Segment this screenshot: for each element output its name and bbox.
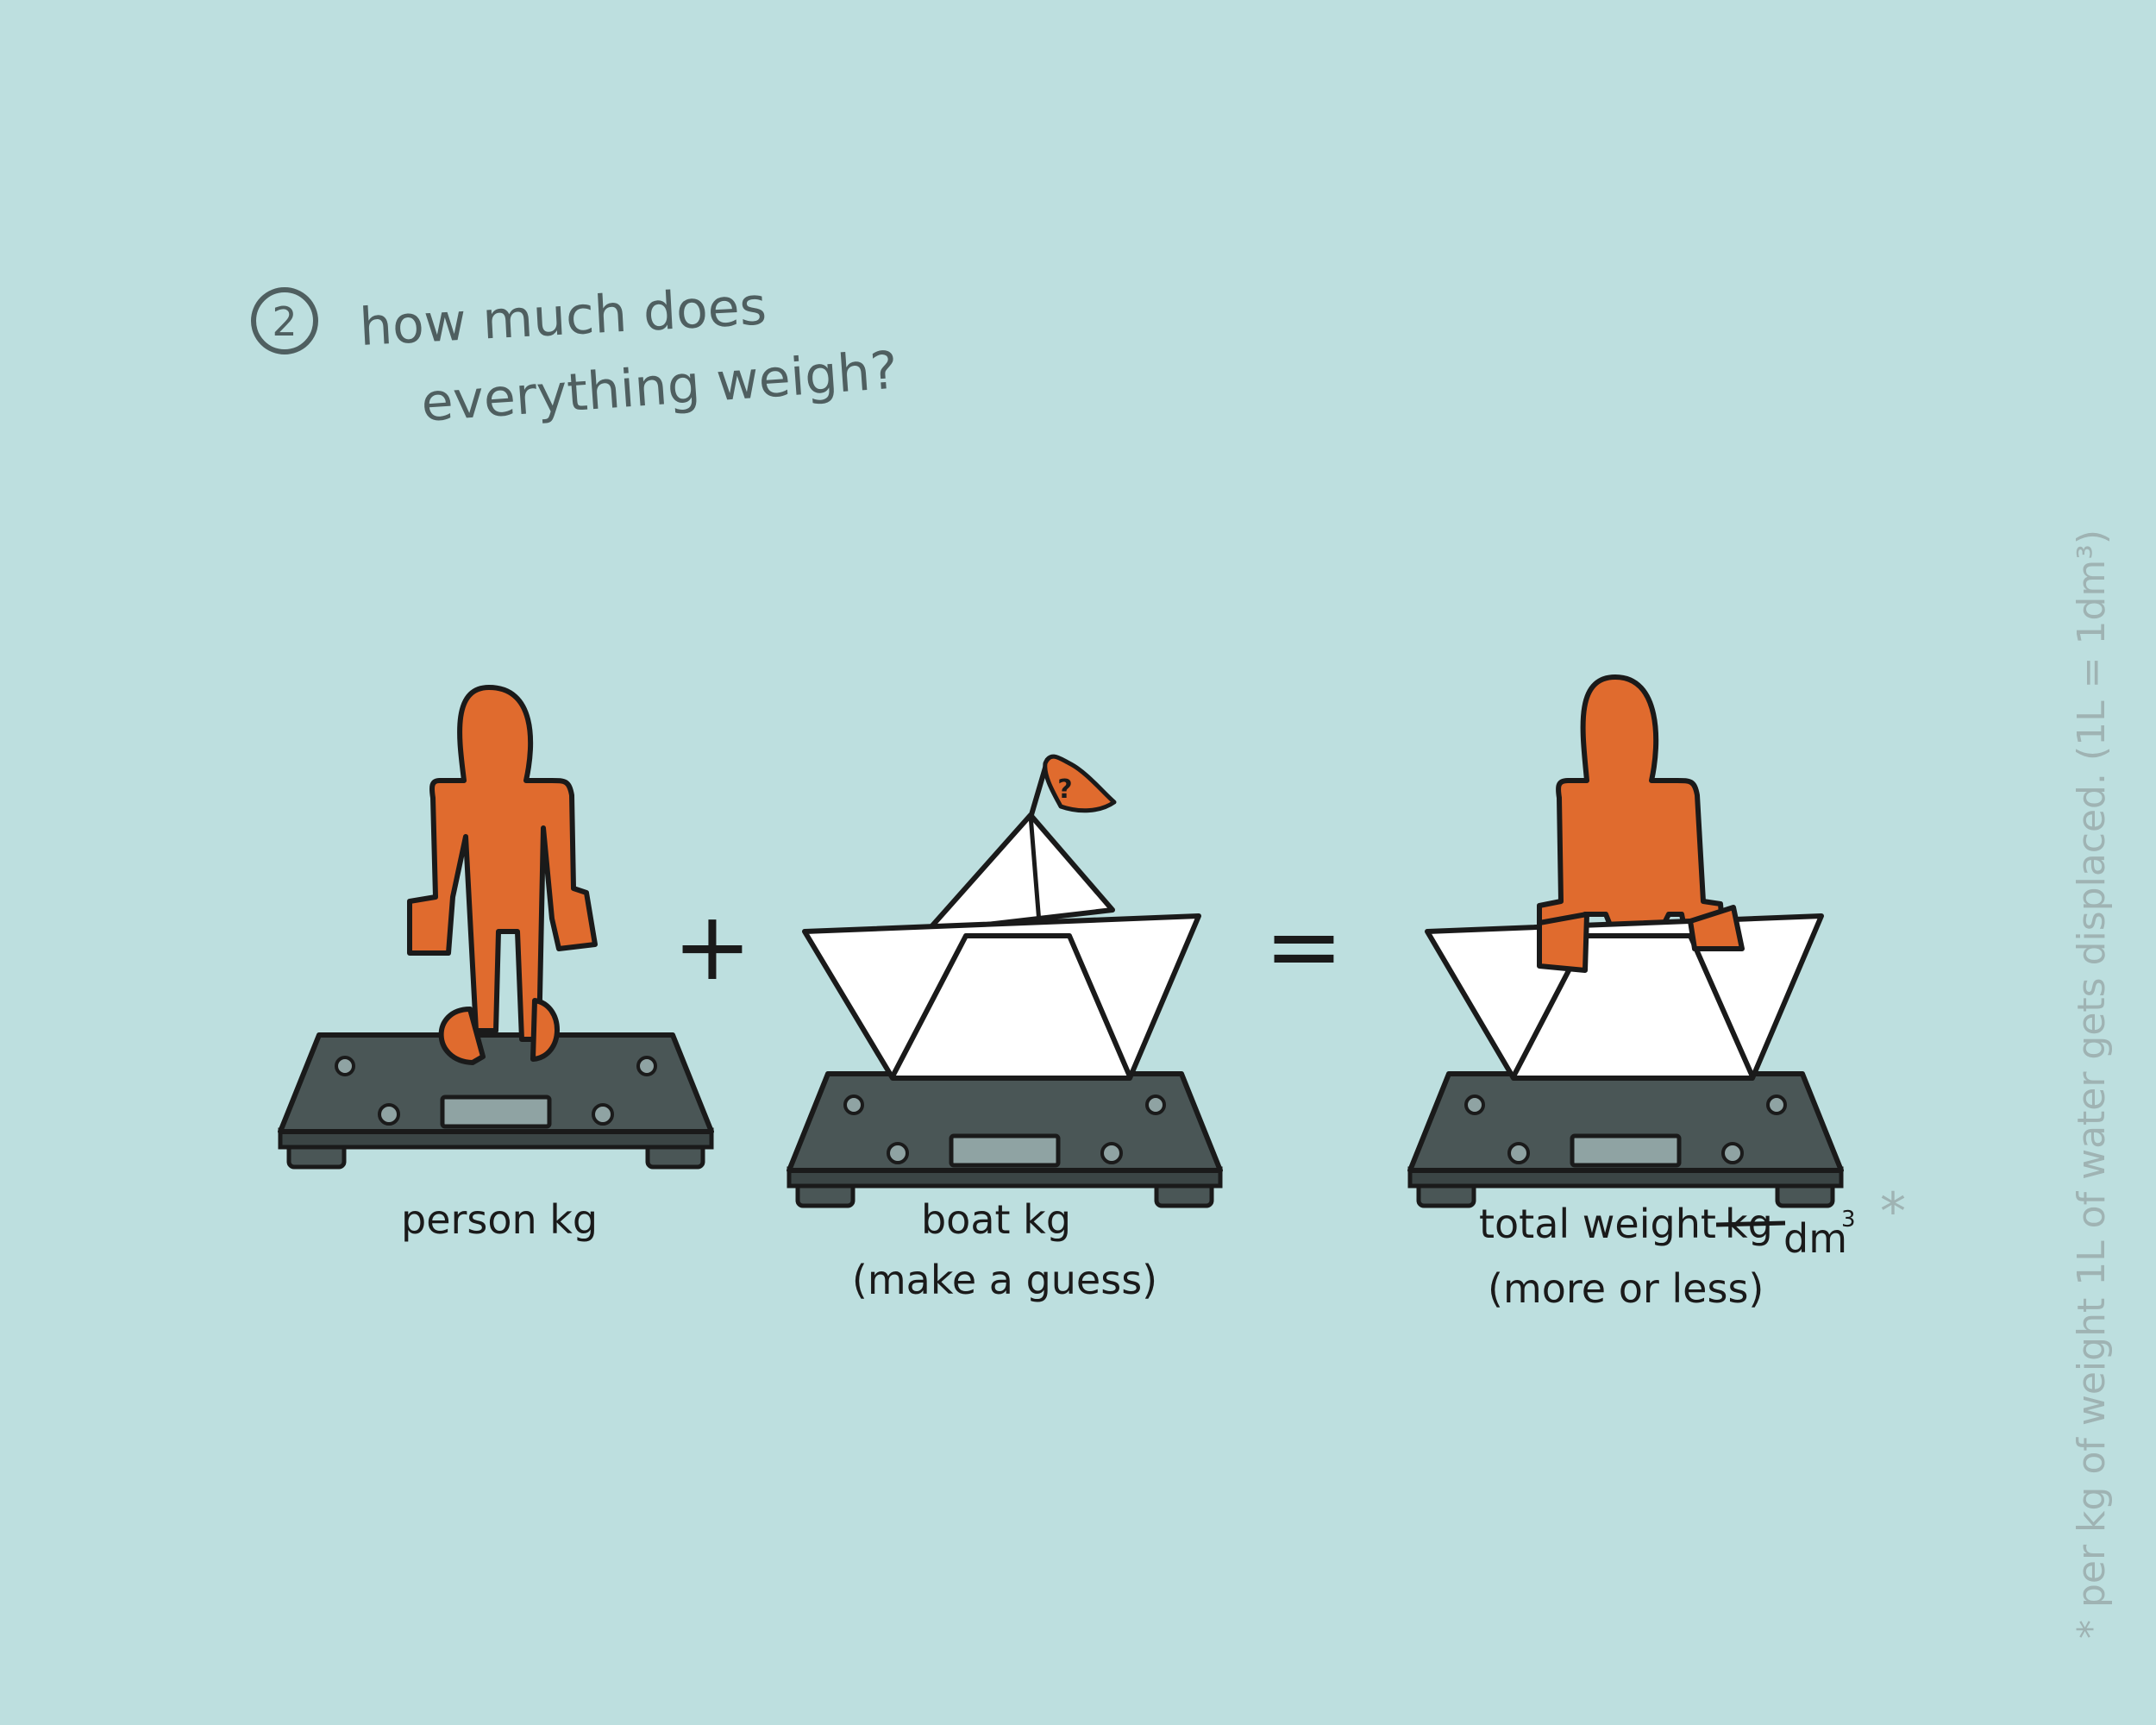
total-caption-line-2: (more or less) bbox=[1488, 1265, 1764, 1312]
person-group: person kg bbox=[280, 685, 711, 1243]
boat-group: ? boat kg (make a guess) bbox=[789, 754, 1220, 1303]
total-group: total weight kg dm 3 * (more or less) bbox=[1410, 674, 1906, 1312]
boat-flag: ? bbox=[1028, 754, 1117, 819]
strike-line bbox=[1715, 1220, 1786, 1227]
heading-line-1: how much does bbox=[358, 276, 768, 358]
footnote-vertical: * per kg of weight 1L of water gets disp… bbox=[2070, 530, 2114, 1639]
person-scale bbox=[280, 1035, 711, 1167]
step-number: 2 bbox=[272, 298, 297, 345]
boat-caption-line-1: boat kg bbox=[921, 1196, 1071, 1243]
boat-scale bbox=[789, 1074, 1220, 1206]
total-caption-word: total weight bbox=[1479, 1201, 1716, 1247]
total-new-unit: dm bbox=[1783, 1215, 1847, 1262]
step-heading: 2 how much does everything weigh? bbox=[251, 276, 899, 434]
total-unit-exponent: 3 bbox=[1841, 1207, 1856, 1233]
equals-sign: = bbox=[1264, 891, 1344, 1001]
total-caption: total weight kg dm 3 * (more or less) bbox=[1479, 1182, 1906, 1312]
person-figure bbox=[407, 685, 598, 1065]
paper-boat bbox=[802, 812, 1201, 1081]
person-in-boat bbox=[1425, 674, 1824, 1081]
total-footnote-asterisk: * bbox=[1880, 1182, 1906, 1242]
boat-caption-line-2: (make a guess) bbox=[852, 1257, 1157, 1303]
person-caption: person kg bbox=[401, 1196, 598, 1243]
heading-line-2: everything weigh? bbox=[419, 341, 899, 434]
plus-sign: + bbox=[673, 891, 752, 1001]
illustration: 2 how much does everything weigh? person… bbox=[251, 276, 2114, 1639]
total-scale bbox=[1410, 1074, 1841, 1206]
flag-question-mark: ? bbox=[1057, 775, 1072, 805]
